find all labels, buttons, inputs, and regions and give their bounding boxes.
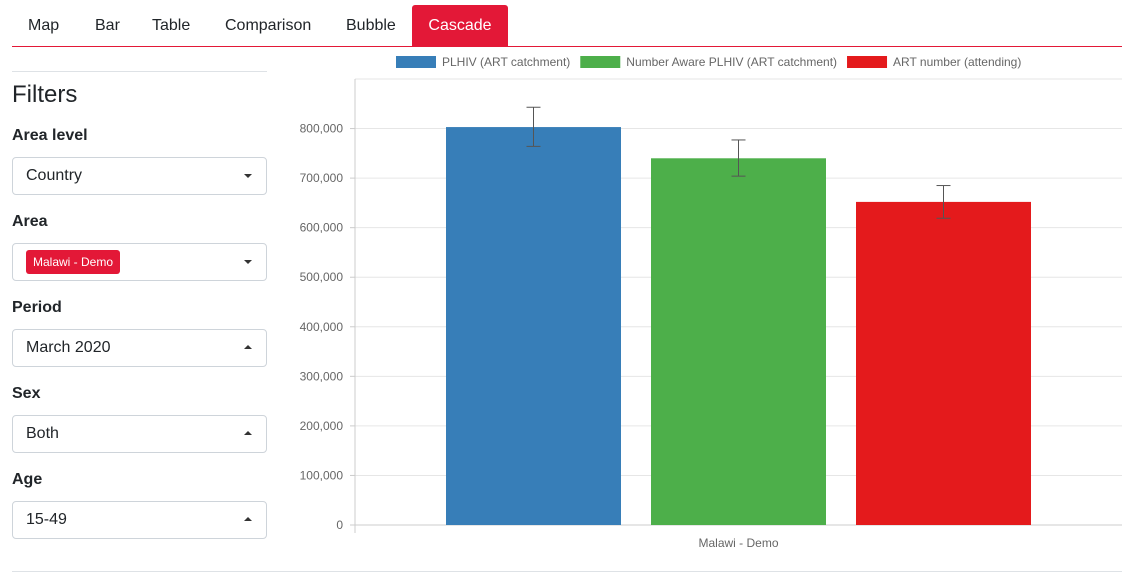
tab-comparison[interactable]: Comparison — [209, 5, 327, 46]
age-value: 15-49 — [26, 511, 67, 528]
filters-divider — [12, 71, 267, 72]
chevron-up-icon — [244, 517, 252, 521]
area-level-label: Area level — [12, 127, 88, 144]
area-level-value: Country — [26, 167, 83, 184]
area-tag[interactable]: Malawi - Demo — [26, 250, 121, 274]
bar — [651, 158, 826, 525]
tab-cascade[interactable]: Cascade — [412, 5, 508, 46]
chart-bars — [446, 106, 1031, 526]
y-tick-label: 500,000 — [300, 270, 344, 284]
sex-label: Sex — [12, 385, 41, 402]
chevron-up-icon — [244, 345, 252, 349]
legend-swatch — [396, 56, 436, 68]
y-tick-label: 700,000 — [300, 171, 344, 185]
y-tick-label: 600,000 — [300, 221, 344, 235]
legend-label: Number Aware PLHIV (ART catchment) — [626, 55, 837, 69]
period-label: Period — [12, 299, 62, 316]
cascade-chart: PLHIV (ART catchment) Number Aware PLHIV … — [300, 55, 1122, 550]
x-tick-label: Malawi - Demo — [698, 536, 778, 550]
bar — [446, 127, 621, 526]
y-tick-label: 300,000 — [300, 369, 344, 383]
sex-value: Both — [26, 425, 59, 442]
bottom-divider — [12, 571, 1122, 572]
legend-swatch — [847, 56, 888, 68]
y-tick-label: 100,000 — [300, 468, 344, 482]
chart-legend: PLHIV (ART catchment) Number Aware PLHIV … — [396, 55, 1021, 69]
filters-title: Filters — [12, 81, 78, 108]
tab-bar: Map Bar Table Comparison Bubble Cascade — [12, 5, 1122, 47]
y-tick-label: 0 — [336, 518, 343, 532]
area-select[interactable]: Malawi - Demo — [12, 243, 267, 281]
y-tick-label: 400,000 — [300, 320, 344, 334]
legend-label: ART number (attending) — [893, 55, 1021, 69]
period-value: March 2020 — [26, 339, 111, 356]
y-tick-label: 200,000 — [300, 419, 344, 433]
y-axis: 0 100,000 200,000 300,000 400,000 500,000 600,… — [300, 79, 356, 533]
tab-bar-chart[interactable]: Bar — [79, 5, 136, 46]
x-axis: Malawi - Demo — [698, 536, 778, 550]
tab-map[interactable]: Map — [12, 5, 75, 46]
area-label: Area — [12, 213, 48, 230]
tab-table[interactable]: Table — [136, 5, 206, 46]
tab-bubble[interactable]: Bubble — [330, 5, 412, 46]
legend-swatch — [580, 56, 621, 68]
age-label: Age — [12, 471, 43, 488]
y-tick-label: 800,000 — [300, 122, 344, 136]
chevron-down-icon — [244, 260, 252, 264]
legend-label: PLHIV (ART catchment) — [442, 55, 570, 69]
chevron-down-icon — [244, 174, 252, 178]
sex-select[interactable]: Both — [12, 415, 267, 453]
area-level-select[interactable]: Country — [12, 157, 267, 195]
chevron-up-icon — [244, 431, 252, 435]
period-select[interactable]: March 2020 — [12, 329, 267, 367]
age-select[interactable]: 15-49 — [12, 501, 267, 539]
bar — [856, 201, 1031, 526]
